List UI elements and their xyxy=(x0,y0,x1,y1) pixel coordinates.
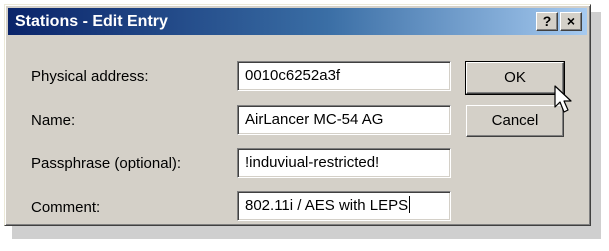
name-field[interactable]: AirLancer MC-54 AG xyxy=(237,105,451,135)
physical-address-field[interactable]: 0010c6252a3f xyxy=(237,61,451,91)
text-caret xyxy=(409,196,411,213)
name-label: Name: xyxy=(31,112,76,129)
comment-field-text: 802.11i / AES with LEPS xyxy=(245,197,409,214)
comment-field[interactable]: 802.11i / AES with LEPS xyxy=(237,191,451,221)
arrow-cursor-icon xyxy=(554,85,572,113)
ok-button[interactable]: OK xyxy=(465,61,565,95)
window-title: Stations - Edit Entry xyxy=(15,13,168,30)
help-button[interactable]: ? xyxy=(536,12,558,31)
passphrase-label: Passphrase (optional): xyxy=(31,155,182,172)
cancel-button[interactable]: Cancel xyxy=(466,105,564,137)
close-button[interactable]: × xyxy=(560,12,582,31)
comment-label: Comment: xyxy=(31,199,101,216)
passphrase-field[interactable]: !induviual-restricted! xyxy=(237,148,451,178)
edit-entry-dialog: Stations - Edit Entry ? × Physical addre… xyxy=(4,4,591,226)
title-bar[interactable]: Stations - Edit Entry ? × xyxy=(8,8,587,35)
physical-address-label: Physical address: xyxy=(31,68,149,85)
